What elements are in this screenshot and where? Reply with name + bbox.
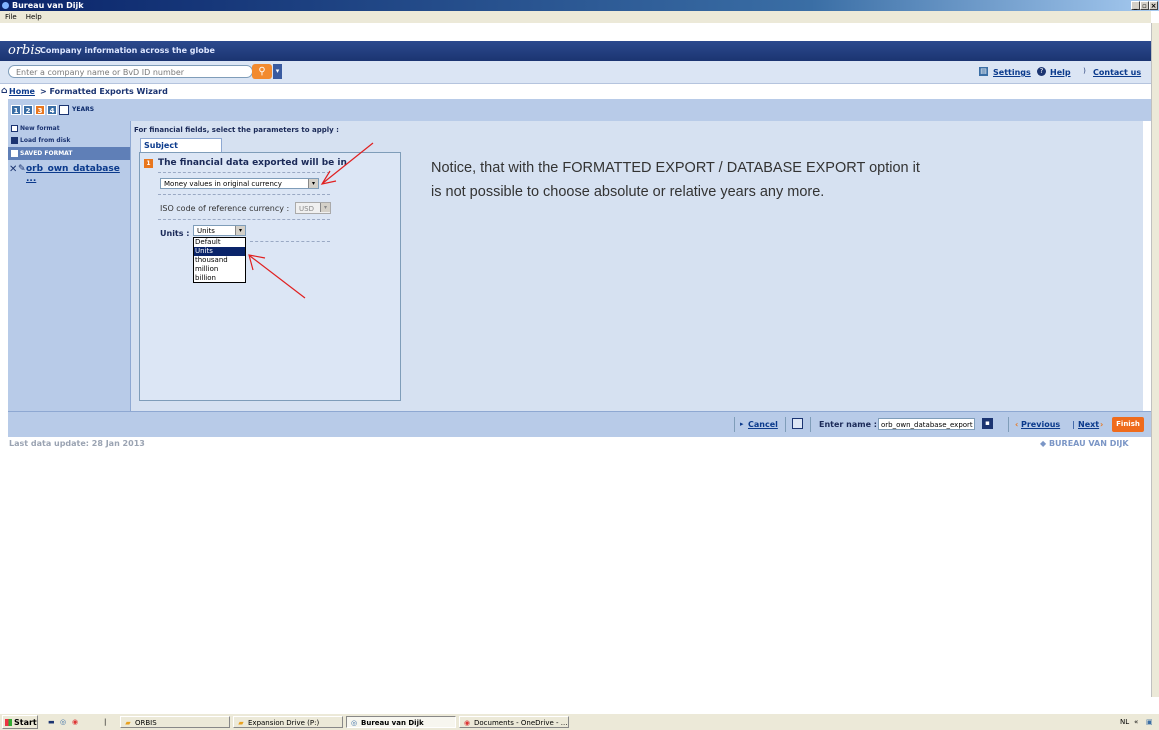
ie-icon: ◎ — [350, 719, 358, 727]
last-data-update: Last data update: 28 Jan 2013 — [9, 439, 145, 448]
taskbar: Start ▬ ◎ ◉ | ▰ ORBIS ▰ Expansion Drive (P… — [0, 713, 1159, 730]
start-button[interactable]: Start — [2, 715, 38, 729]
annotation-arrows — [248, 142, 374, 299]
cancel-arrow-icon: ▸ — [740, 420, 744, 428]
language-indicator[interactable]: NL — [1120, 716, 1129, 728]
windows-logo-icon — [5, 719, 12, 726]
start-label: Start — [14, 718, 37, 727]
annotation-arrow-line — [249, 255, 306, 299]
previous-button[interactable]: Previous — [1021, 420, 1060, 429]
taskbar-window-label: Bureau van Dijk — [361, 719, 424, 727]
finish-button[interactable]: Finish — [1112, 417, 1144, 432]
folder-icon: ▰ — [125, 719, 131, 727]
taskbar-window-bureau-van-dijk[interactable]: ◎ Bureau van Dijk — [346, 716, 456, 728]
show-desktop-icon[interactable]: ▬ — [48, 716, 55, 728]
wizard-bottom-bar: ▸ Cancel Enter name : orb_own_database_e… — [8, 411, 1151, 437]
taskbar-window-expansion-drive[interactable]: ▰ Expansion Drive (P:) — [233, 716, 343, 728]
separator — [785, 417, 786, 432]
taskbar-window-orbis[interactable]: ▰ ORBIS — [120, 716, 230, 728]
folder-icon: ▰ — [238, 719, 244, 727]
taskbar-window-onedrive[interactable]: ◉ Documents - OneDrive - ... — [459, 716, 569, 728]
chrome-icon[interactable]: ◉ — [72, 716, 78, 728]
ie-icon[interactable]: ◎ — [60, 716, 66, 728]
taskbar-window-label: ORBIS — [135, 719, 157, 727]
export-name-input[interactable]: orb_own_database_export — [878, 418, 975, 430]
bvd-logo: ◆ BUREAU VAN DIJK — [1040, 439, 1129, 448]
export-icon[interactable] — [792, 418, 803, 429]
annotation-arrow-line — [322, 142, 374, 184]
separator — [810, 417, 811, 432]
bvd-logo-text: BUREAU VAN DIJK — [1048, 439, 1129, 448]
separator — [734, 417, 735, 432]
next-arrow-icon: › — [1100, 420, 1104, 429]
cancel-link[interactable]: Cancel — [748, 420, 778, 429]
taskbar-divider: | — [104, 718, 107, 726]
enter-name-label: Enter name : — [819, 420, 877, 429]
save-icon[interactable]: ▪ — [982, 418, 993, 429]
network-icon[interactable]: ▣ — [1146, 716, 1153, 728]
separator — [1008, 417, 1009, 432]
previous-arrow-icon: ‹ — [1015, 420, 1019, 429]
tray-expand-button[interactable]: « — [1134, 716, 1138, 728]
next-button[interactable]: Next — [1078, 420, 1099, 429]
taskbar-window-label: Expansion Drive (P:) — [248, 719, 320, 727]
chrome-icon: ◉ — [463, 719, 471, 727]
nav-separator: | — [1072, 420, 1075, 429]
bvd-logo-icon: ◆ — [1040, 439, 1047, 448]
taskbar-window-label: Documents - OneDrive - ... — [474, 719, 568, 727]
